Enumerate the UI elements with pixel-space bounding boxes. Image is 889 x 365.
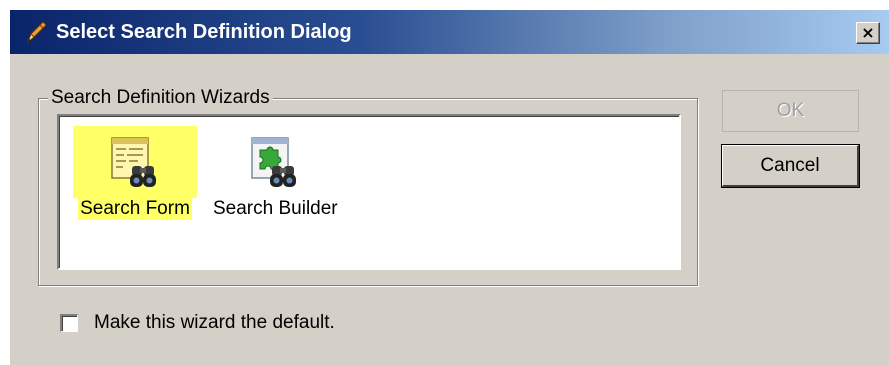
select-search-definition-dialog: Select Search Definition Dialog × Search… xyxy=(10,10,889,365)
search-builder-icon xyxy=(251,137,297,187)
search-builder-icon-wrap xyxy=(244,126,306,198)
wizard-item-label: Search Form xyxy=(78,198,192,220)
search-form-icon xyxy=(111,137,156,187)
wizard-list[interactable]: Search Form Search Builder xyxy=(57,114,681,270)
default-wizard-label[interactable]: Make this wizard the default. xyxy=(94,312,335,334)
dialog-title: Select Search Definition Dialog xyxy=(56,21,352,43)
default-wizard-option[interactable]: Make this wizard the default. xyxy=(60,312,335,334)
close-icon: × xyxy=(861,23,875,42)
wizard-item-label: Search Builder xyxy=(213,198,338,219)
wizards-group-label: Search Definition Wizards xyxy=(48,87,273,109)
pencil-icon xyxy=(26,21,47,44)
wizard-item-search-builder[interactable]: Search Builder xyxy=(211,126,340,220)
ok-button[interactable]: OK xyxy=(722,90,859,132)
wizard-item-search-form[interactable]: Search Form xyxy=(73,126,197,220)
search-form-icon-highlight xyxy=(73,126,197,198)
title-bar[interactable]: Select Search Definition Dialog × xyxy=(10,10,889,54)
close-button[interactable]: × xyxy=(856,22,880,44)
cancel-button[interactable]: Cancel xyxy=(722,145,859,187)
default-wizard-checkbox[interactable] xyxy=(60,314,78,332)
